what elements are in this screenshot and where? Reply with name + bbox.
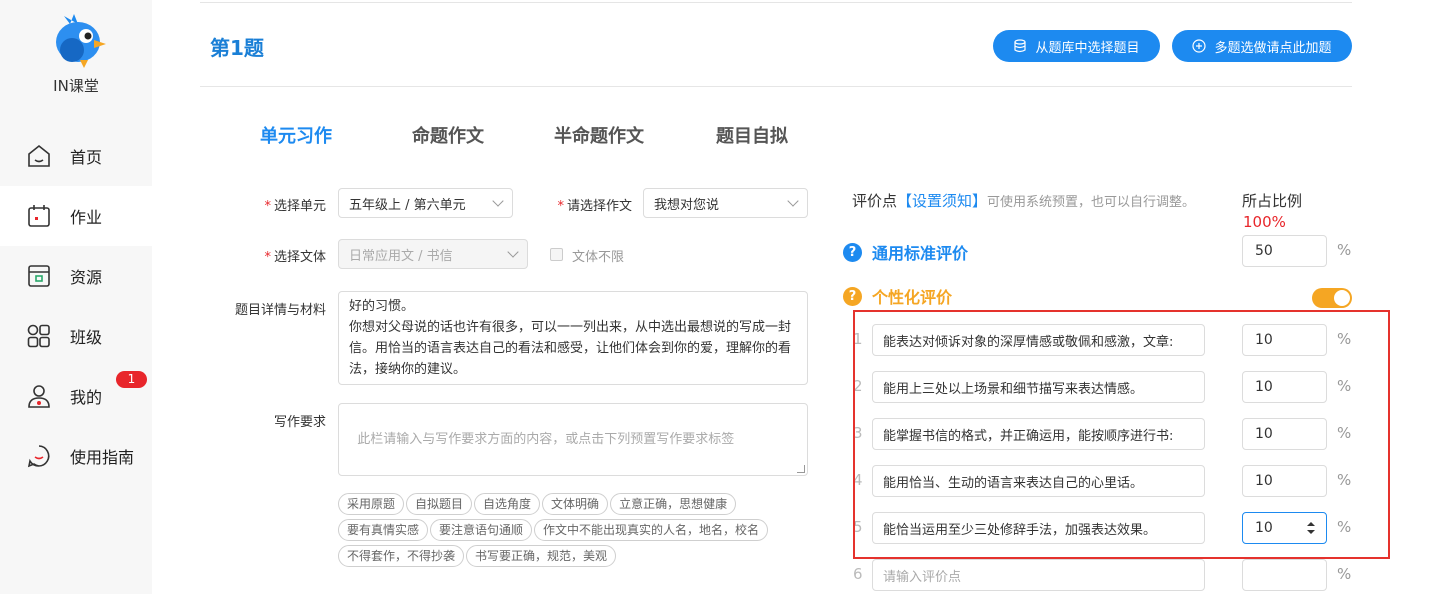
unit-label: * 选择单元 — [264, 199, 326, 214]
chevron-down-icon — [492, 195, 504, 207]
personal-eval-toggle[interactable] — [1312, 288, 1352, 308]
requirement-tags: 采用原题 自拟题目 自选角度 文体明确 立意正确，思想健康要有真情实感 要注意语句通顺 作文… — [338, 493, 798, 571]
requirement-tag[interactable]: 不得套作，不得抄袭 — [338, 545, 465, 567]
bird-logo-icon — [56, 14, 106, 68]
genre-unlimited-label: 文体不限 — [572, 250, 625, 265]
guide-icon — [27, 445, 50, 468]
requirement-tag[interactable]: 自拟题目 — [406, 493, 473, 515]
help-icon[interactable]: ? — [843, 286, 862, 306]
row-number: 6 — [853, 565, 863, 583]
divider — [200, 2, 1352, 3]
plus-circle-icon — [1192, 39, 1207, 53]
sidebar-item-label: 班级 — [70, 328, 103, 347]
chevron-down-icon — [507, 246, 519, 258]
unit-select[interactable]: 五年级上 / 第六单元 — [338, 188, 513, 218]
class-icon — [27, 324, 50, 348]
requirement-tag[interactable]: 文体明确 — [542, 493, 609, 515]
requirement-textarea[interactable]: 此栏请输入与写作要求方面的内容，或点击下列预置写作要求标签 — [338, 403, 808, 476]
sidebar: IN课堂 首页 作业 资源 班级 我的 1 使用指南 — [0, 0, 152, 594]
tab-unit-essay[interactable]: 单元习作 — [260, 122, 332, 148]
sidebar-item-label: 我的 — [70, 388, 103, 407]
requirement-tag[interactable]: 要有真情实感 — [338, 519, 429, 541]
genre-label: * 选择文体 — [264, 250, 326, 265]
chevron-down-icon — [787, 195, 799, 207]
homework-icon — [28, 205, 50, 227]
criterion-input[interactable]: 请输入评价点 — [872, 559, 1205, 591]
sidebar-item-guide[interactable]: 使用指南 — [0, 426, 152, 486]
requirement-tag[interactable]: 书写要正确，规范，美观 — [466, 545, 617, 567]
eval-header: 评价点【设置须知】可使用系统预置，也可以自行调整。 — [852, 192, 1196, 210]
sidebar-item-class[interactable]: 班级 — [0, 306, 152, 366]
divider — [200, 86, 1352, 87]
genre-value: 日常应用文 / 书信 — [349, 248, 453, 264]
general-ratio-input[interactable]: 50 — [1242, 235, 1327, 267]
question-title: 第1题 — [210, 36, 264, 60]
ratio-label: 所占比例 — [1242, 192, 1303, 210]
personal-eval-title: ? 个性化评价 — [843, 284, 952, 308]
brand-name: IN课堂 — [53, 77, 99, 95]
sidebar-item-homework[interactable]: 作业 — [0, 186, 152, 246]
button-label: 多题选做请点此加题 — [1214, 40, 1332, 56]
material-label: 题目详情与材料 — [234, 303, 326, 318]
resize-handle-icon[interactable] — [797, 465, 805, 473]
essay-label: * 请选择作文 — [557, 199, 632, 214]
criterion-ratio-input[interactable] — [1242, 559, 1327, 591]
highlight-box — [853, 310, 1390, 559]
percent-sign: % — [1337, 241, 1352, 259]
sidebar-item-label: 作业 — [70, 208, 103, 227]
settings-notice-link[interactable]: 【设置须知】 — [897, 192, 987, 210]
genre-unlimited-checkbox[interactable] — [550, 248, 563, 261]
select-from-bank-button[interactable]: 从题库中选择题目 — [993, 30, 1160, 62]
requirement-tag[interactable]: 立意正确，思想健康 — [610, 493, 737, 515]
tab-half-prop-essay[interactable]: 半命题作文 — [554, 122, 644, 148]
tab-prop-essay[interactable]: 命题作文 — [412, 122, 484, 148]
percent-sign: % — [1337, 565, 1352, 583]
sidebar-item-label: 使用指南 — [70, 448, 135, 467]
home-icon — [28, 144, 50, 167]
sidebar-item-label: 首页 — [70, 148, 103, 167]
ratio-total: 100% — [1243, 213, 1286, 231]
sidebar-item-label: 资源 — [70, 268, 103, 287]
tab-self-topic[interactable]: 题目自拟 — [716, 122, 788, 148]
sidebar-item-resource[interactable]: 资源 — [0, 246, 152, 306]
essay-value: 我想对您说 — [654, 197, 720, 213]
requirement-tag[interactable]: 要注意语句通顺 — [430, 519, 533, 541]
add-question-button[interactable]: 多题选做请点此加题 — [1172, 30, 1352, 62]
requirement-tag[interactable]: 作文中不能出现真实的人名，地名，校名 — [534, 519, 769, 541]
toggle-knob — [1334, 290, 1350, 306]
requirement-tag[interactable]: 自选角度 — [474, 493, 541, 515]
resource-icon — [28, 265, 50, 287]
requirement-placeholder: 此栏请输入与写作要求方面的内容，或点击下列预置写作要求标签 — [357, 432, 735, 447]
unit-value: 五年级上 / 第六单元 — [349, 197, 466, 213]
sidebar-item-home[interactable]: 首页 — [0, 126, 152, 186]
notification-badge: 1 — [116, 371, 147, 388]
general-eval-title: ? 通用标准评价 — [843, 240, 968, 264]
button-label: 从题库中选择题目 — [1035, 40, 1140, 56]
requirement-label: 写作要求 — [273, 415, 326, 430]
database-icon — [1014, 39, 1027, 53]
genre-select: 日常应用文 / 书信 — [338, 239, 528, 269]
user-icon — [28, 385, 50, 408]
essay-select[interactable]: 我想对您说 — [643, 188, 808, 218]
material-textarea[interactable]: 好的习惯。 你想对父母说的话也许有很多，可以一一列出来，从中选出最想说的写成一封… — [338, 291, 808, 385]
help-icon[interactable]: ? — [843, 242, 862, 262]
requirement-tag[interactable]: 采用原题 — [338, 493, 405, 515]
